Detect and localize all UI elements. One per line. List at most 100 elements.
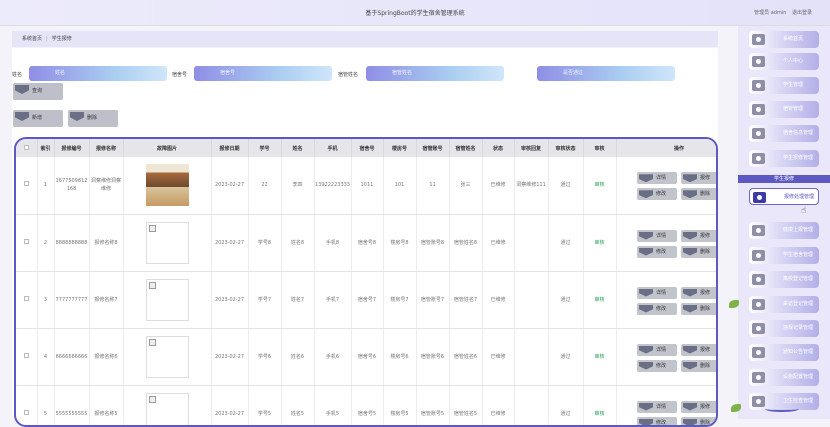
room-input[interactable]: 宿舍号 bbox=[194, 66, 332, 81]
fault-image[interactable] bbox=[146, 164, 189, 206]
sidebar-item[interactable]: 个人中心 bbox=[749, 53, 819, 70]
edit-button[interactable]: 修改 bbox=[637, 246, 677, 258]
cell-sno: 学号8 bbox=[248, 214, 281, 271]
detail-button[interactable]: 详情 bbox=[637, 230, 677, 242]
sidebar-item[interactable]: 学生报修管理 bbox=[749, 150, 819, 167]
broken-image-icon bbox=[149, 282, 156, 289]
sidebar-item[interactable]: 来访登记管理 bbox=[749, 296, 819, 313]
row-checkbox[interactable] bbox=[24, 181, 29, 186]
cell-ops: 详情 报修 修改 删除 bbox=[616, 214, 718, 271]
edit-button[interactable]: 修改 bbox=[637, 417, 677, 427]
audit-link[interactable]: 审核 bbox=[594, 182, 604, 188]
select-all-checkbox[interactable] bbox=[24, 145, 29, 150]
edit-button[interactable]: 修改 bbox=[637, 188, 677, 200]
cell-code: 6666666666 bbox=[54, 328, 89, 385]
audit-link[interactable]: 审核 bbox=[594, 240, 604, 246]
detail-button[interactable]: 详情 bbox=[637, 344, 677, 356]
main-panel: 姓名 姓名 宿舍号 宿舍号 宿管姓名 宿管姓名 是否通过 查询 新增 删除 索引… bbox=[12, 48, 718, 419]
sidebar-item[interactable]: 离校登记管理 bbox=[749, 271, 819, 288]
cell-acct: 宿管账号7 bbox=[416, 271, 449, 328]
query-button[interactable]: 查询 bbox=[13, 83, 63, 100]
repair-button[interactable]: 报修 bbox=[681, 344, 718, 356]
repair-button[interactable]: 报修 bbox=[681, 230, 718, 242]
cell-select[interactable] bbox=[16, 271, 37, 328]
menu-item-icon bbox=[752, 347, 765, 358]
repair-button[interactable]: 报修 bbox=[681, 172, 718, 184]
repair-button[interactable]: 报修 bbox=[681, 401, 718, 413]
cell-reply: 洞察维修111 bbox=[514, 157, 548, 214]
repair-button[interactable]: 报修 bbox=[681, 287, 718, 299]
row-checkbox[interactable] bbox=[24, 353, 29, 358]
detail-button[interactable]: 详情 bbox=[637, 401, 677, 413]
sidebar-item[interactable]: 报修处理管理 bbox=[749, 188, 819, 205]
cell-audit[interactable]: 审核 bbox=[583, 214, 616, 271]
sidebar-item-label: 学生报修管理 bbox=[783, 155, 813, 161]
table-header: 索引 报修编号 报修名称 故障图片 报修日期 学号 姓名 手机 宿舍号 楼房号 … bbox=[16, 139, 718, 157]
name-input[interactable]: 姓名 bbox=[29, 66, 167, 81]
sidebar-item[interactable]: 宿舍信息管理 bbox=[749, 125, 819, 142]
table-row: 11677509812168洞察维修洞察维修2023-02-2722李四1392… bbox=[16, 157, 718, 214]
row-checkbox[interactable] bbox=[24, 410, 29, 415]
cell-date: 2023-02-27 bbox=[211, 271, 248, 328]
table-row: 37777777777报修名称72023-02-27学号7姓名7手机7宿舍号7楼… bbox=[16, 271, 718, 328]
sidebar-item-label: 通知公告管理 bbox=[783, 349, 813, 355]
add-button[interactable]: 新增 bbox=[13, 110, 63, 127]
sidebar-item[interactable]: 学生宿舍管理 bbox=[749, 247, 819, 264]
sidebar-item[interactable]: 学生管理 bbox=[749, 77, 819, 94]
header-select[interactable] bbox=[16, 139, 37, 157]
header-cell: 手机 bbox=[314, 139, 351, 157]
delete-row-button[interactable]: 删除 bbox=[681, 303, 718, 315]
sidebar-item[interactable]: 宿管管理 bbox=[749, 101, 819, 118]
audit-link[interactable]: 审核 bbox=[594, 297, 604, 303]
cell-mname: 张三 bbox=[449, 157, 482, 214]
cell-sno: 学号5 bbox=[248, 385, 281, 427]
delete-button[interactable]: 删除 bbox=[68, 110, 118, 127]
cell-select[interactable] bbox=[16, 157, 37, 214]
sidebar-item[interactable]: 系统首页 bbox=[749, 31, 819, 48]
cell-building: 楼房号6 bbox=[383, 328, 416, 385]
menu-item-icon bbox=[752, 274, 765, 285]
sidebar-item-label: 宿管管理 bbox=[783, 106, 803, 112]
delete-row-button[interactable]: 删除 bbox=[681, 188, 718, 200]
cell-reply bbox=[514, 214, 548, 271]
cell-audit[interactable]: 审核 bbox=[583, 157, 616, 214]
cell-ops: 详情 报修 修改 删除 bbox=[616, 328, 718, 385]
audit-link[interactable]: 审核 bbox=[594, 411, 604, 417]
cell-select[interactable] bbox=[16, 385, 37, 427]
row-checkbox[interactable] bbox=[24, 239, 29, 244]
cell-audit[interactable]: 审核 bbox=[583, 271, 616, 328]
cell-select[interactable] bbox=[16, 328, 37, 385]
fault-image[interactable] bbox=[146, 393, 189, 427]
header-cell: 宿管姓名 bbox=[449, 139, 482, 157]
manager-name-input[interactable]: 宿管姓名 bbox=[366, 66, 504, 81]
header-cell: 操作 bbox=[616, 139, 718, 157]
cell-sname: 姓名5 bbox=[281, 385, 314, 427]
sidebar-item[interactable]: 健康上报管理 bbox=[749, 222, 819, 239]
cell-select[interactable] bbox=[16, 214, 37, 271]
pass-input[interactable]: 是否通过 bbox=[537, 66, 675, 81]
row-checkbox[interactable] bbox=[24, 296, 29, 301]
sidebar-item[interactable]: 违规记录管理 bbox=[749, 320, 819, 337]
delete-row-button[interactable]: 删除 bbox=[681, 360, 718, 372]
menu-item-icon bbox=[752, 104, 765, 115]
fault-image[interactable] bbox=[146, 336, 189, 378]
sidebar-item[interactable]: 通知公告管理 bbox=[749, 344, 819, 361]
cell-audit[interactable]: 审核 bbox=[583, 385, 616, 427]
cell-audit[interactable]: 审核 bbox=[583, 328, 616, 385]
sidebar-item-label: 个人中心 bbox=[783, 58, 803, 64]
menu-item-icon bbox=[752, 128, 765, 139]
delete-row-button[interactable]: 删除 bbox=[681, 417, 718, 427]
fault-image[interactable] bbox=[146, 222, 189, 264]
detail-button[interactable]: 详情 bbox=[637, 172, 677, 184]
header-cell: 故障图片 bbox=[123, 139, 211, 157]
logout-link[interactable]: 退出登录 bbox=[792, 10, 812, 16]
audit-link[interactable]: 审核 bbox=[594, 354, 604, 360]
edit-button[interactable]: 修改 bbox=[637, 303, 677, 315]
detail-button[interactable]: 详情 bbox=[637, 287, 677, 299]
sidebar-group-header[interactable]: 学生报修 bbox=[738, 175, 830, 183]
fault-image[interactable] bbox=[146, 279, 189, 321]
edit-button[interactable]: 修改 bbox=[637, 360, 677, 372]
breadcrumb-home[interactable]: 系统首页 bbox=[22, 36, 42, 42]
sidebar-item[interactable]: 设施配置管理 bbox=[749, 369, 819, 386]
delete-row-button[interactable]: 删除 bbox=[681, 246, 718, 258]
